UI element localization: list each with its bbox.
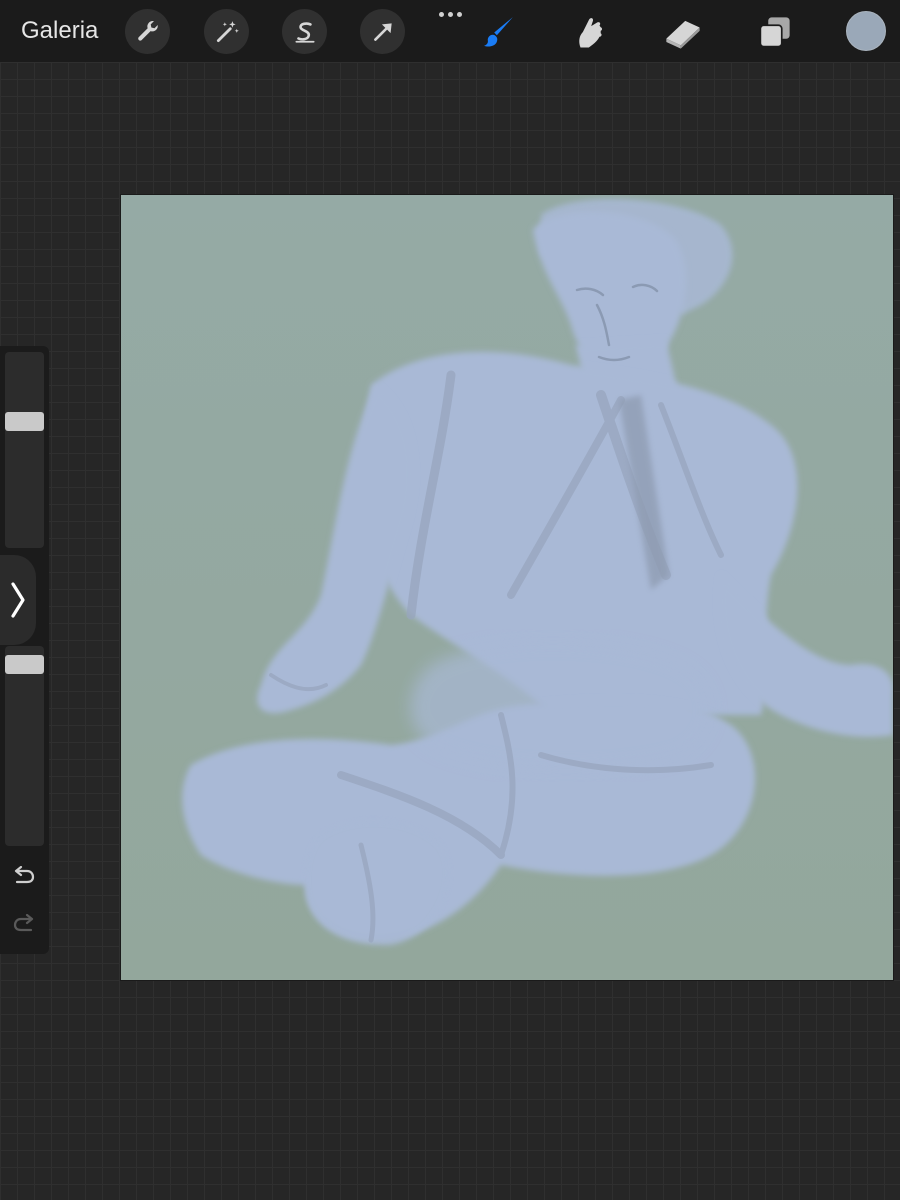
- redo-button[interactable]: [9, 909, 39, 939]
- painting: [121, 195, 893, 980]
- undo-button[interactable]: [9, 861, 39, 891]
- brush-button[interactable]: [476, 9, 521, 54]
- brush-size-slider[interactable]: [5, 352, 44, 548]
- top-toolbar: Galeria: [0, 0, 900, 62]
- undo-icon: [14, 866, 35, 884]
- selection-s-icon: [294, 21, 315, 43]
- left-sidebar: [0, 346, 49, 954]
- brush-size-thumb[interactable]: [5, 412, 44, 432]
- eraser-icon: [665, 20, 700, 49]
- wrench-icon: [137, 20, 158, 41]
- adjustments-button[interactable]: [204, 9, 249, 54]
- chevron-right-icon: [11, 582, 25, 618]
- procreate-workspace: Galeria: [0, 0, 900, 1200]
- layers-button[interactable]: [752, 9, 797, 54]
- brush-icon: [483, 16, 513, 47]
- redo-icon: [13, 914, 34, 932]
- opacity-slider[interactable]: [5, 646, 44, 846]
- magic-wand-icon: [216, 20, 239, 42]
- gallery-button[interactable]: Galeria: [21, 16, 98, 46]
- selection-button[interactable]: [282, 9, 327, 54]
- smudge-finger-icon: [578, 17, 602, 47]
- eraser-button[interactable]: [660, 9, 705, 54]
- transform-button[interactable]: [360, 9, 405, 54]
- more-dots-icon[interactable]: [436, 8, 464, 20]
- modify-button[interactable]: [0, 555, 36, 645]
- actions-button[interactable]: [125, 9, 170, 54]
- opacity-thumb[interactable]: [5, 655, 44, 675]
- drawing-canvas[interactable]: [121, 195, 893, 980]
- color-swatch[interactable]: [846, 11, 886, 51]
- layers-icon: [759, 16, 790, 47]
- smudge-button[interactable]: [567, 9, 612, 54]
- arrow-cursor-icon: [373, 22, 392, 41]
